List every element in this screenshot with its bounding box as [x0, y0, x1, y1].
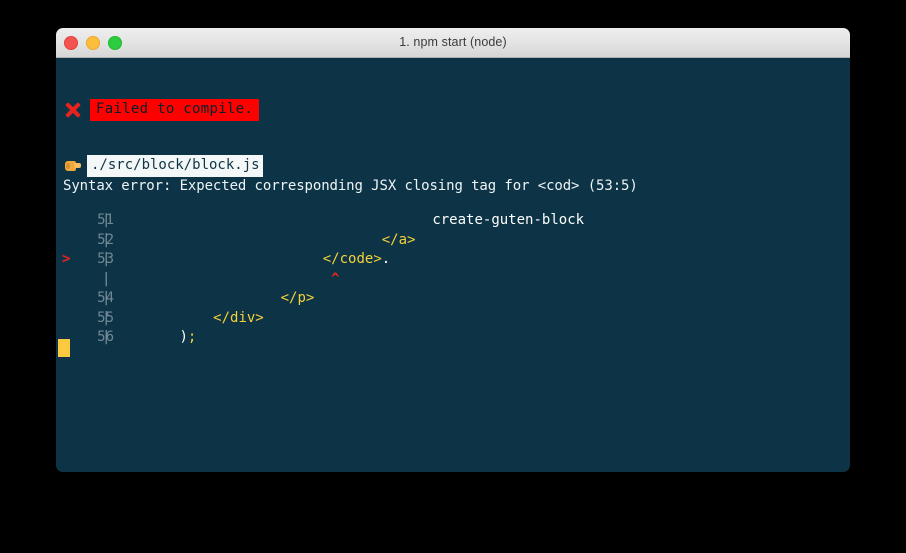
code-line: 51 | create-guten-block: [56, 211, 850, 231]
x-mark-icon: [63, 100, 83, 120]
code-text: </code>.: [323, 250, 390, 270]
gutter-pipe: |: [102, 212, 111, 228]
pointing-finger-icon: [63, 158, 82, 174]
code-text: );: [179, 328, 196, 348]
code-line: 56 |);: [56, 328, 850, 348]
code-token: ): [179, 329, 188, 345]
compile-failure-row: Failed to compile.: [63, 99, 260, 121]
terminal-window: 1. npm start (node) Failed to compile. .…: [56, 28, 850, 472]
file-path-row: ./src/block/block.js: [63, 155, 263, 177]
gutter-pipe: |: [102, 270, 111, 287]
code-token: create-guten-block: [432, 212, 585, 228]
code-token-trailing: .: [381, 251, 391, 267]
gutter-pipe: |: [102, 251, 111, 267]
code-line: 55 | </div>: [56, 309, 850, 329]
code-line: 52 | </a>: [56, 231, 850, 251]
window-title: 1. npm start (node): [399, 35, 507, 49]
code-text: create-guten-block: [432, 211, 584, 231]
gutter-pipe: |: [102, 231, 111, 248]
syntax-error-message: Syntax error: Expected corresponding JSX…: [63, 178, 638, 194]
code-line: >53 | </code>.: [56, 250, 850, 270]
code-line: 54 | </p>: [56, 289, 850, 309]
code-token: </div>: [213, 309, 264, 326]
code-token-trailing: ;: [187, 329, 197, 345]
code-text: </a>: [382, 231, 416, 251]
error-caret: ^: [331, 270, 340, 287]
gutter-pipe: |: [102, 290, 111, 306]
code-token: </p>: [280, 290, 315, 306]
code-frame: 51 | create-guten-block 52 | </a> >53 | </code>.…: [56, 211, 850, 348]
code-text: </p>: [281, 289, 315, 309]
window-titlebar[interactable]: 1. npm start (node): [56, 28, 850, 58]
code-text: </div>: [213, 309, 264, 329]
code-line: | ^: [56, 270, 850, 290]
screenshot-root: 1. npm start (node) Failed to compile. .…: [0, 0, 906, 553]
error-line-marker: >: [62, 251, 71, 267]
code-token: </a>: [381, 231, 416, 248]
file-path-badge: ./src/block/block.js: [87, 155, 263, 177]
code-token: </code>: [322, 251, 382, 267]
gutter-pipe: |: [102, 329, 111, 345]
failed-to-compile-badge: Failed to compile.: [90, 99, 260, 121]
gutter-pipe: |: [102, 309, 111, 326]
terminal-output[interactable]: Failed to compile. ./src/block/block.js …: [56, 58, 850, 472]
terminal-cursor: [58, 339, 70, 357]
